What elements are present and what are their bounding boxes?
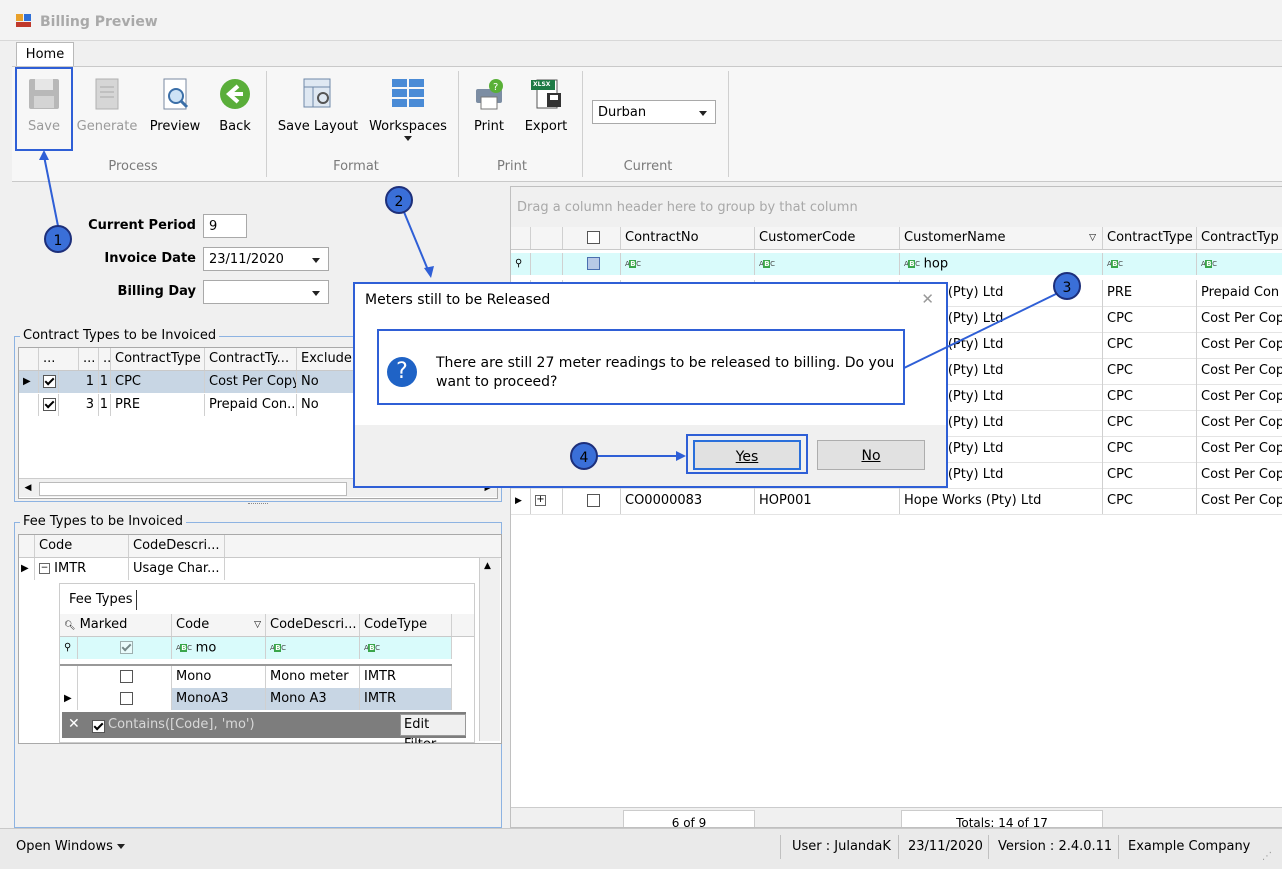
status-company: Example Company — [1128, 839, 1251, 854]
annotation-marker-4: 4 — [570, 442, 598, 470]
annotation-marker-2: 2 — [385, 186, 413, 214]
chevron-down-icon — [117, 844, 126, 849]
annotation-marker-1: 1 — [44, 225, 72, 253]
status-bar: Open Windows User : JulandaK 23/11/2020 … — [0, 828, 1282, 869]
annotation-overlay — [15, 67, 1061, 461]
status-version: Version : 2.4.0.11 — [998, 839, 1113, 854]
annotation-marker-3: 3 — [1053, 272, 1081, 300]
resize-grip-icon[interactable]: ⋰ — [1262, 851, 1272, 862]
open-windows-menu[interactable]: Open Windows — [16, 839, 126, 854]
status-date: 23/11/2020 — [908, 839, 983, 854]
status-user: User : JulandaK — [792, 839, 891, 854]
